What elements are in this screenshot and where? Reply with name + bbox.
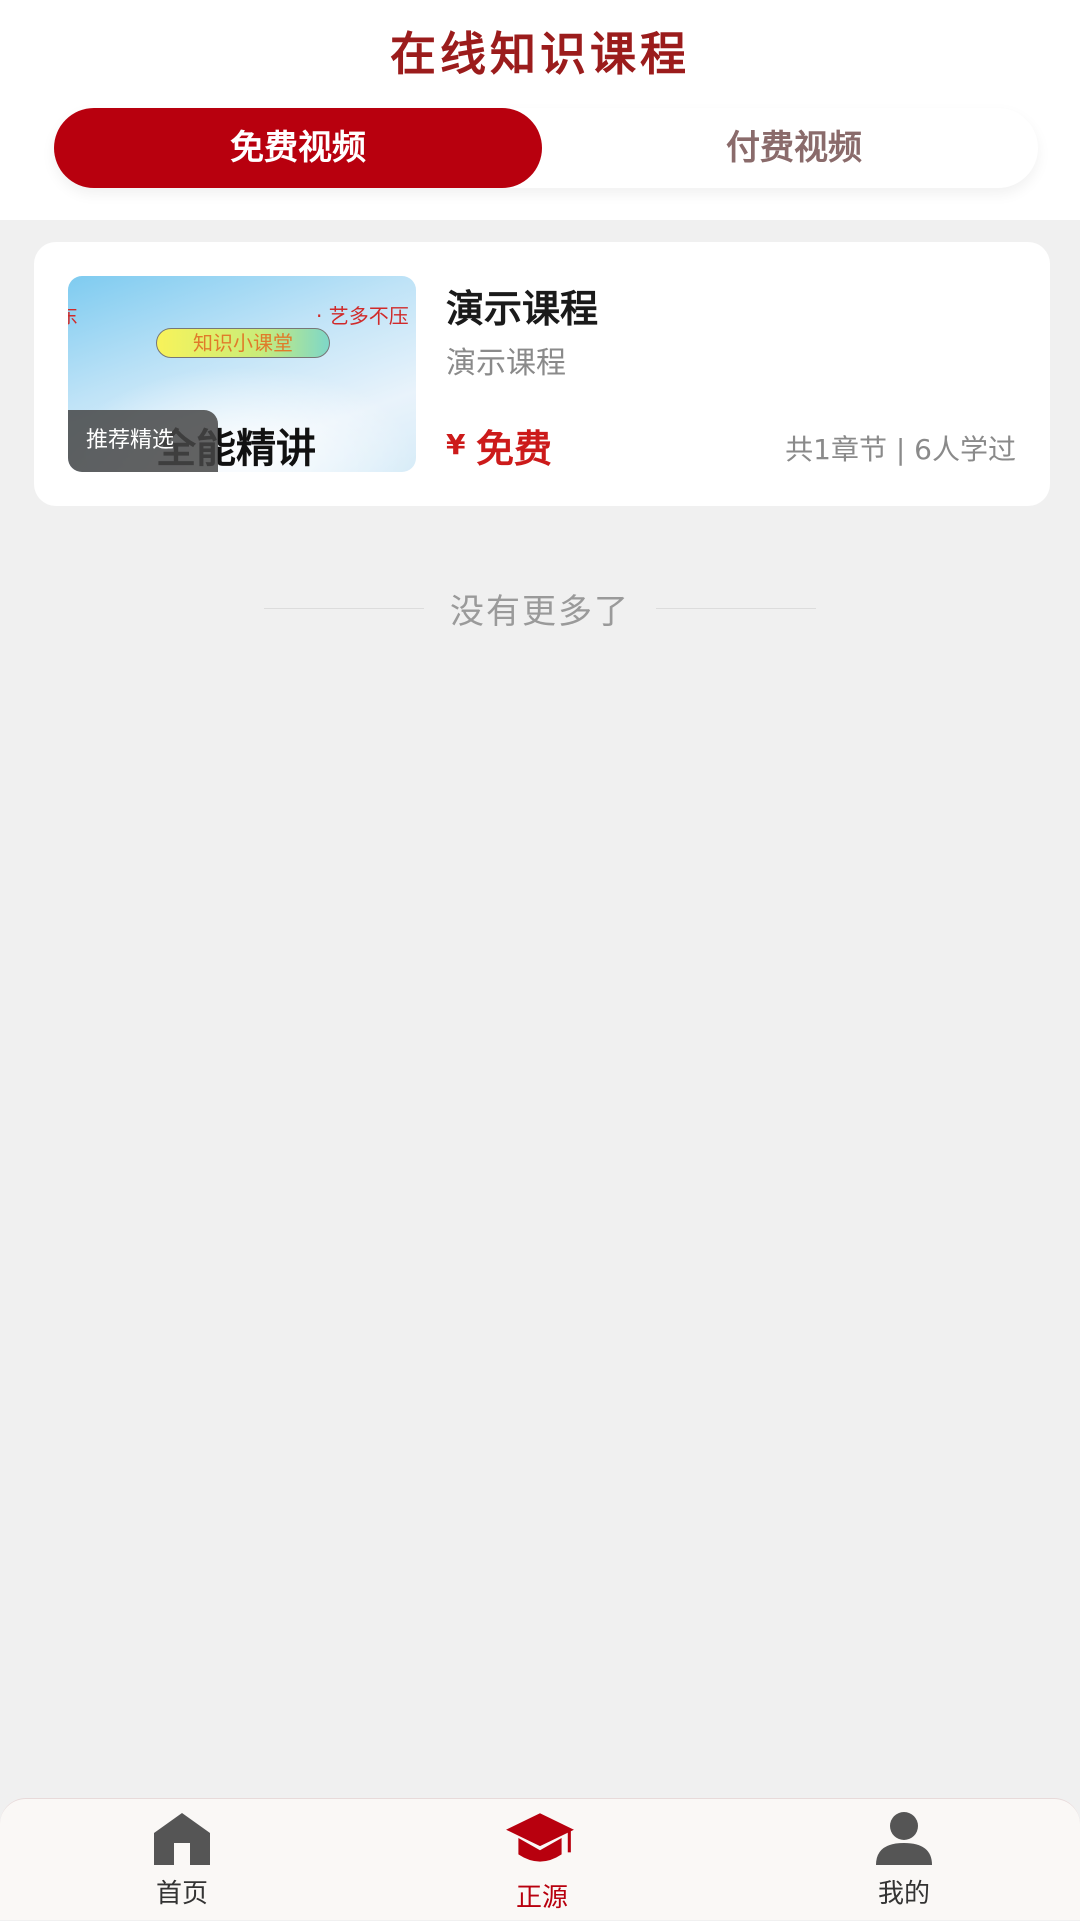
list-end-text: 没有更多了 [450,592,630,632]
tabbar-label-home: 首页 [155,1879,208,1909]
user-icon [876,1812,932,1865]
bottom-tab-bar: 首页 正源 我的 [0,1798,1080,1920]
course-thumbnail[interactable]: 东 · 艺多不压 知识小课堂 全能精讲 推荐精选 [68,276,416,472]
tabbar-label-source: 正源 [515,1883,568,1913]
home-icon [154,1813,210,1865]
graduation-cap-icon [506,1813,574,1862]
course-title: 演示课程 [446,287,599,331]
course-stats: 共1章节 | 6人学过 [785,433,1016,466]
course-subtitle: 演示课程 [446,346,566,381]
tabbar-label-mine: 我的 [877,1879,930,1909]
course-card[interactable]: 东 · 艺多不压 知识小课堂 全能精讲 推荐精选 演示课程 演示课程 ¥ 免费 … [34,242,1050,506]
list-end-indicator: 没有更多了 [0,584,1080,634]
header: 在线知识课程 免费视频 付费视频 [0,0,1080,220]
thumbnail-edge-text: 东 [68,300,78,329]
thumbnail-pill-label: 知识小课堂 [156,328,330,358]
tab-paid-videos[interactable]: 付费视频 [550,108,1038,188]
tabbar-item-source[interactable]: 正源 [442,1799,642,1921]
page-title: 在线知识课程 [390,27,690,81]
tabbar-item-home[interactable]: 首页 [82,1799,282,1921]
course-price: 免费 [476,427,553,471]
tab-free-videos[interactable]: 免费视频 [54,108,542,188]
thumbnail-slogan: · 艺多不压 [316,304,409,328]
divider-right [656,608,816,609]
video-type-tabs: 免费视频 付费视频 [54,108,1038,188]
recommended-badge: 推荐精选 [68,410,218,472]
tabbar-item-mine[interactable]: 我的 [804,1799,1004,1921]
currency-symbol: ¥ [446,428,466,461]
